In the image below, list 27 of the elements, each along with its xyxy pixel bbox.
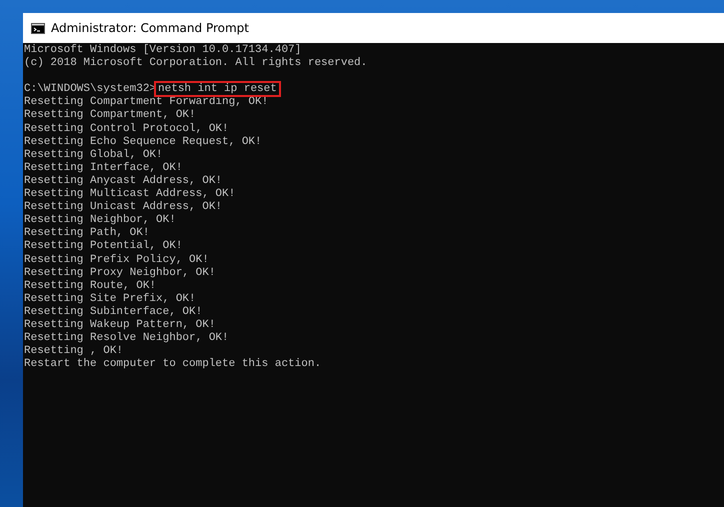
console-text: Resetting , OK!: [24, 345, 124, 358]
console-text: Resetting Interface, OK!: [24, 162, 182, 174]
console-text: Resetting Compartment Forwarding, OK!: [24, 96, 268, 108]
console-text: Resetting Prefix Policy, OK!: [24, 254, 209, 266]
console-text: Resetting Unicast Address, OK!: [24, 201, 222, 214]
console-text: Resetting Echo Sequence Request, OK!: [24, 136, 262, 148]
highlighted-command: netsh int ip reset: [156, 83, 279, 96]
console-text: Resetting Neighbor, OK!: [24, 214, 176, 226]
window-title: Administrator: Command Prompt: [51, 20, 249, 37]
console-text: Resetting Anycast Address, OK!: [24, 174, 222, 187]
prompt-path: C:\WINDOWS\system32>: [24, 83, 156, 96]
console-text: Resetting Path, OK!: [24, 227, 150, 240]
console-text: Resetting Global, OK!: [24, 148, 163, 161]
console-text: Resetting Potential, OK!: [24, 240, 182, 252]
console-text: Resetting Wakeup Pattern, OK!: [24, 318, 216, 331]
console-text: Restart the computer to complete this action.: [24, 358, 322, 370]
console-text: Resetting Resolve Neighbor, OK!: [24, 332, 229, 344]
console-text: Resetting Control Protocol, OK!: [24, 122, 229, 135]
console-icon: [31, 22, 45, 34]
console-text: Resetting Route, OK!: [24, 280, 156, 292]
console-text: Resetting Compartment, OK!: [24, 109, 196, 122]
console-text: Resetting Subinterface, OK!: [24, 306, 202, 318]
console-text: Microsoft Windows [Version 10.0.17134.407]: [24, 44, 302, 56]
console-text: (c) 2018 Microsoft Corporation. All rights reserved.: [24, 57, 368, 70]
console-text: Resetting Site Prefix, OK!: [24, 292, 196, 305]
console-text: Resetting Multicast Address, OK!: [24, 188, 236, 200]
console-text: Resetting Proxy Neighbor, OK!: [24, 266, 216, 279]
